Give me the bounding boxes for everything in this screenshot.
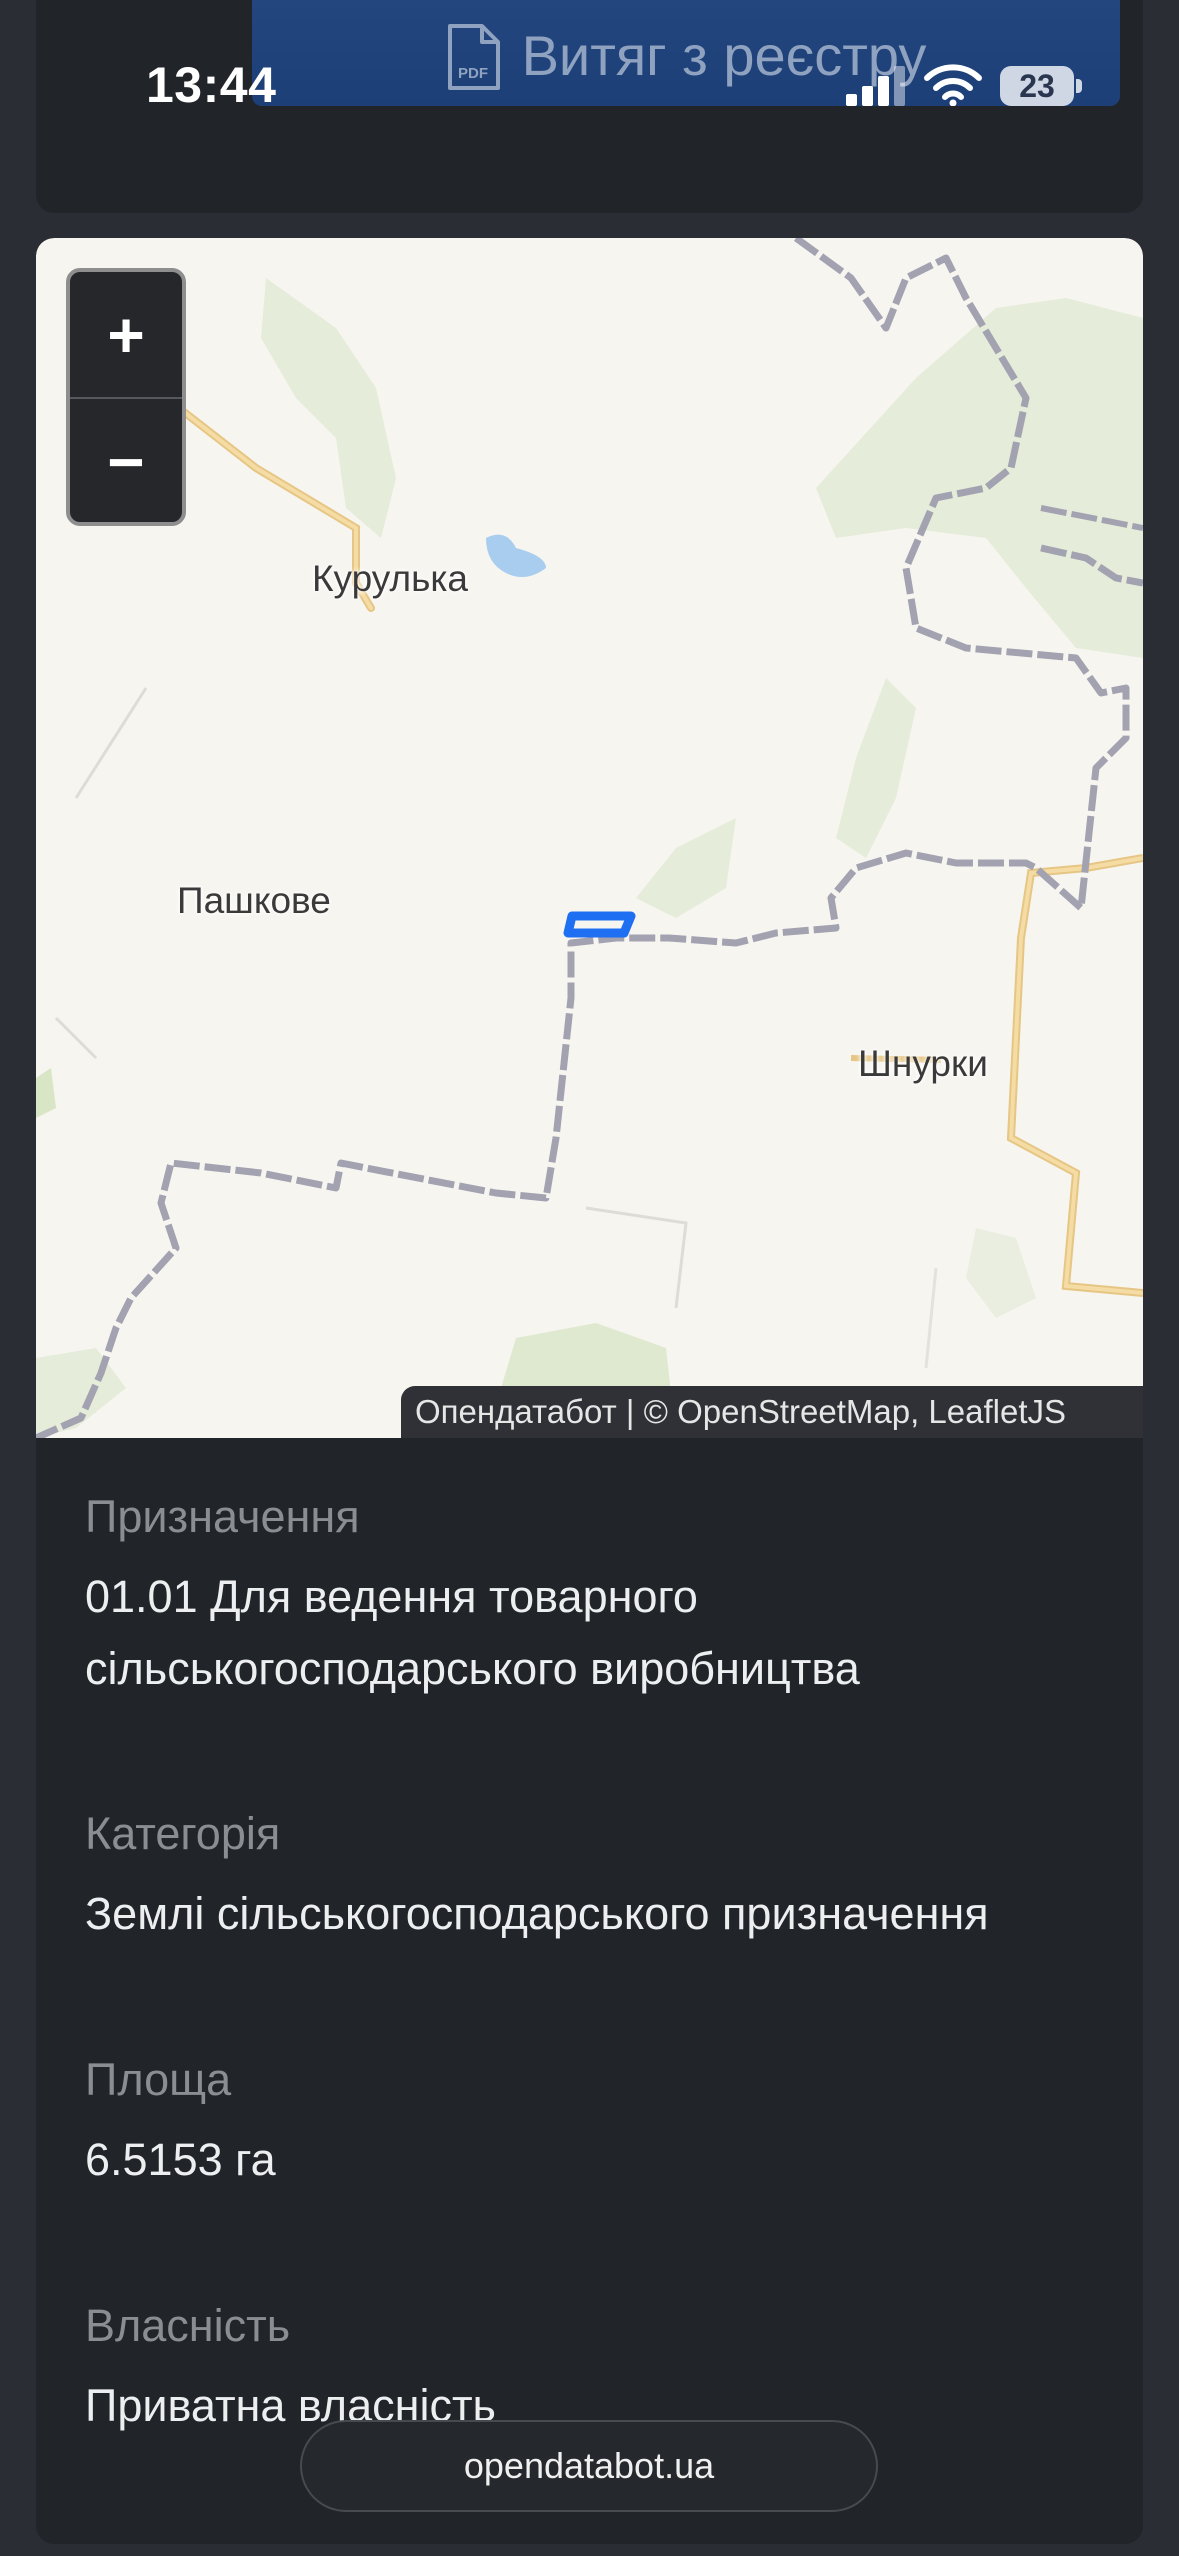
track bbox=[54, 1016, 98, 1060]
place-label-pashkove: Пашкове bbox=[177, 880, 331, 921]
pdf-file-icon: PDF bbox=[447, 24, 500, 90]
field-area: Площа 6.5153 га bbox=[85, 2054, 1125, 2196]
track bbox=[74, 687, 148, 799]
area-value: 6.5153 га bbox=[85, 2134, 276, 2185]
pdf-extract-label: Витяг з реєстру bbox=[521, 24, 927, 87]
forest-area bbox=[816, 298, 1143, 658]
pdf-extract-button[interactable]: PDF Витяг з реєстру bbox=[252, 0, 1120, 106]
pdf-icon-text: PDF bbox=[458, 65, 488, 82]
field-purpose: Призначення 01.01 Для ведення товарного … bbox=[85, 1491, 1125, 1705]
ownership-label: Власність bbox=[85, 2300, 291, 2351]
forest-area bbox=[636, 818, 736, 918]
purpose-value: 01.01 Для ведення товарного сільськогосп… bbox=[85, 1571, 860, 1694]
land-parcel bbox=[563, 911, 636, 938]
map-zoom-control: + − bbox=[66, 268, 186, 526]
category-label: Категорія bbox=[85, 1808, 281, 1859]
purpose-label: Призначення bbox=[85, 1491, 360, 1542]
area-label: Площа bbox=[85, 2054, 232, 2105]
lake bbox=[486, 534, 546, 577]
field-category: Категорія Землі сільськогосподарського п… bbox=[85, 1808, 1125, 1950]
road bbox=[1008, 856, 1143, 1295]
top-card: PDF Витяг з реєстру bbox=[36, 0, 1143, 213]
map-tiles bbox=[36, 238, 1143, 1438]
track bbox=[585, 1206, 688, 1309]
track bbox=[924, 1267, 938, 1369]
place-label-kurulka: Курулька bbox=[312, 558, 468, 599]
forest-area bbox=[836, 678, 916, 858]
forest-area bbox=[36, 1348, 126, 1438]
parcel-details-card: Курулька Пашкове Шнурки + − Опендатабот … bbox=[36, 238, 1143, 2544]
forest-area bbox=[966, 1228, 1036, 1318]
forest-area bbox=[36, 1068, 56, 1118]
place-label-shnurky: Шнурки bbox=[858, 1043, 988, 1084]
site-url-pill[interactable]: opendatabot.ua bbox=[300, 2420, 878, 2512]
map-attribution[interactable]: Опендатабот | © OpenStreetMap, LeafletJS bbox=[401, 1386, 1143, 1438]
category-value: Землі сільськогосподарського призначення bbox=[85, 1888, 989, 1939]
zoom-in-button[interactable]: + bbox=[70, 272, 182, 399]
parcel-map[interactable]: Курулька Пашкове Шнурки + − Опендатабот … bbox=[36, 238, 1143, 1438]
forest-area bbox=[261, 278, 396, 538]
zoom-out-button[interactable]: − bbox=[70, 399, 182, 522]
road bbox=[1006, 854, 1143, 1297]
